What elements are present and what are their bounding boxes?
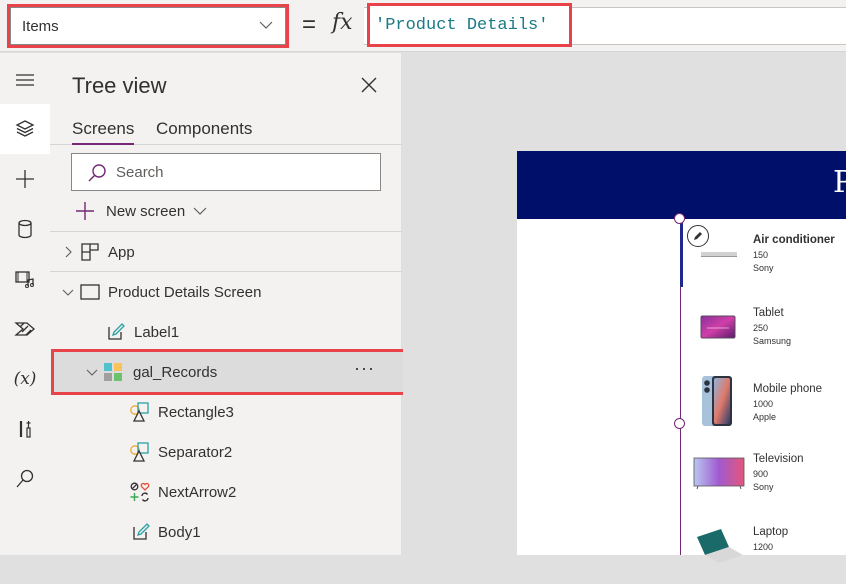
tree-node-body1[interactable]: Body1 [50,512,402,552]
item-title: Air conditioner [753,234,835,246]
tree-node-label: Rectangle3 [158,403,234,421]
gallery-item[interactable]: Tablet 250 Samsung [681,292,846,365]
item-brand: Apple [753,412,777,422]
item-title: Mobile phone [753,383,823,395]
chevron-down-icon [259,21,273,29]
formula-bar: Items = fx 'Product Details' [0,0,846,52]
database-icon [18,219,32,239]
insert-button[interactable] [0,154,50,204]
media-icon [15,271,34,288]
media-button[interactable] [0,254,50,304]
icons-control-icon [130,482,150,502]
hamburger-menu-icon [16,74,34,86]
gallery-gal-records[interactable]: Air conditioner 150 Sony Tablet 250 Sams… [674,213,846,563]
resize-handle-top[interactable] [674,213,685,224]
chevron-down-icon [193,207,207,215]
item-price: 1200 [753,542,774,552]
tree-node-screen[interactable]: Product Details Screen [50,272,402,312]
item-price: 150 [753,250,769,260]
shapes-icon [130,442,149,462]
advanced-tools-button[interactable] [0,404,50,454]
tree-view-tabs: Screens Components [50,115,402,145]
chevron-down-icon[interactable] [62,286,74,298]
item-price: 900 [753,469,769,479]
tree-node-rectangle3[interactable]: Rectangle3 [50,392,402,432]
tree-node-label: NextArrow2 [158,483,237,501]
power-automate-icon [14,322,35,336]
tree-node-nextarrow2[interactable]: NextArrow2 [50,472,402,512]
gallery-item[interactable]: Mobile phone 1000 Apple [681,365,846,438]
edit-gallery-button[interactable] [687,225,709,247]
header-title[interactable]: Product Details [833,165,846,200]
chevron-down-icon[interactable] [86,366,98,378]
plus-icon [16,170,34,188]
left-rail: (x) [0,53,50,555]
tree-node-app[interactable]: App [50,232,402,272]
property-dropdown-value: Items [22,17,59,35]
item-title: Laptop [753,526,789,538]
search-button[interactable] [0,454,50,504]
item-brand: Sony [753,263,774,273]
item-brand: Sony [753,482,774,492]
hamburger-menu-button[interactable] [0,55,50,105]
chevron-right-icon[interactable] [62,246,74,258]
item-brand: Samsung [753,336,792,346]
tree-node-label: gal_Records [133,363,218,381]
tree-node-label: App [108,243,135,261]
tablet-image [700,315,736,339]
power-automate-button[interactable] [0,304,50,354]
fx-icon: fx [332,10,353,35]
close-icon[interactable] [359,75,379,95]
tree-node-separator2[interactable]: Separator2 [50,432,402,472]
tree-node-label: Label1 [134,323,180,341]
tree-node-label1[interactable]: Label1 [50,312,402,352]
tree-node-label: Body1 [158,523,201,541]
item-price: 1000 [753,399,774,409]
header-bar: Product Details [517,151,846,219]
app-screen: Product Details Air conditioner 150 Sony… [517,151,846,563]
plus-icon [76,202,94,220]
screen-icon [80,284,100,300]
item-title: Television [753,453,804,465]
gallery-icon [104,363,122,381]
laptop-image [697,529,743,563]
new-screen-label: New screen [106,202,186,220]
resize-handle-left[interactable] [674,418,685,429]
tab-components[interactable]: Components [156,119,252,139]
design-canvas[interactable]: Product Details Air conditioner 150 Sony… [403,53,846,563]
tree-view-button[interactable] [0,104,50,154]
tree-node-label: Product Details Screen [108,283,262,301]
tools-icon [19,421,31,438]
more-options-icon[interactable]: ··· [354,358,375,379]
data-button[interactable] [0,204,50,254]
label-edit-icon [108,323,125,340]
item-title: Tablet [753,307,784,319]
search-placeholder: Search [116,163,164,181]
equals-sign: = [302,11,317,38]
pane-title: Tree view [72,73,167,98]
layers-icon [15,120,35,137]
app-icon [81,243,99,261]
tab-screens[interactable]: Screens [72,119,135,145]
new-screen-button[interactable]: New screen [74,200,207,222]
label-edit-icon [133,523,150,540]
tree-node-label: Separator2 [158,443,233,461]
tree-view-pane: Tree view Screens Components Search New … [50,53,407,555]
formula-text[interactable]: 'Product Details' [367,3,572,47]
pencil-icon [694,232,702,240]
shapes-icon [130,402,149,422]
variables-button[interactable]: (x) [0,354,50,404]
property-dropdown[interactable]: Items [7,4,289,48]
item-price: 250 [753,323,769,333]
variables-icon: (x) [13,369,37,389]
gallery-item[interactable]: Laptop 1200 [681,511,846,584]
television-image [693,457,745,490]
mobile-phone-image [702,376,732,426]
tree-node-gal-records[interactable]: gal_Records ··· [51,349,407,395]
search-input[interactable]: Search [71,153,381,191]
gallery-item[interactable]: Television 900 Sony [681,438,846,511]
search-icon [88,164,106,182]
search-icon [16,469,34,488]
